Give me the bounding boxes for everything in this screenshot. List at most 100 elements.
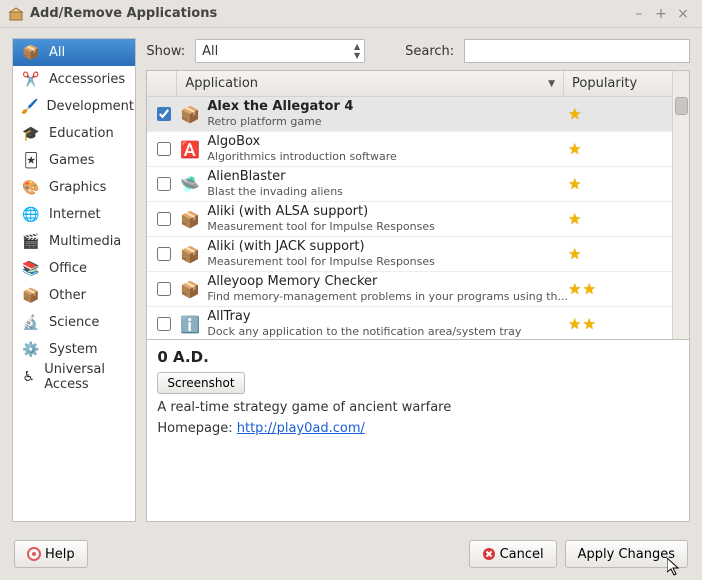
app-icon: 📦 bbox=[177, 241, 203, 267]
category-icon: 🎨 bbox=[21, 178, 41, 198]
app-row[interactable]: ℹ️AllTrayDock any application to the not… bbox=[147, 307, 672, 339]
app-description: Blast the invading aliens bbox=[207, 184, 568, 199]
footer: Help Cancel Apply Changes bbox=[0, 532, 702, 580]
close-button[interactable]: × bbox=[672, 5, 694, 23]
category-icon: 📚 bbox=[21, 259, 41, 279]
app-popularity: ★ bbox=[568, 175, 668, 193]
category-label: Science bbox=[49, 315, 99, 330]
app-icon: 📦 bbox=[177, 206, 203, 232]
sidebar-item-system[interactable]: ⚙️ System bbox=[13, 336, 135, 363]
show-select[interactable]: All ▲▼ bbox=[195, 39, 365, 63]
minimize-button[interactable]: – bbox=[628, 5, 650, 23]
category-label: Education bbox=[49, 126, 114, 141]
app-description: Dock any application to the notification… bbox=[207, 324, 568, 339]
category-icon: ⚙️ bbox=[21, 340, 41, 360]
row-checkbox[interactable] bbox=[157, 212, 171, 226]
row-checkbox[interactable] bbox=[157, 282, 171, 296]
homepage-link[interactable]: http://play0ad.com/ bbox=[237, 421, 365, 436]
category-label: Office bbox=[49, 261, 87, 276]
app-row[interactable]: 📦 Aliki (with ALSA support)Measurement to… bbox=[147, 202, 672, 237]
category-icon: 📦 bbox=[21, 43, 41, 63]
app-row[interactable]: 🛸 AlienBlasterBlast the invading aliens★ bbox=[147, 167, 672, 202]
list-scrollbar[interactable] bbox=[672, 71, 689, 339]
sidebar-item-multimedia[interactable]: 🎬Multimedia bbox=[13, 228, 135, 255]
app-icon: 🛸 bbox=[177, 171, 203, 197]
sidebar-item-graphics[interactable]: 🎨 Graphics bbox=[13, 174, 135, 201]
cancel-icon bbox=[482, 547, 496, 561]
app-name: AlgoBox bbox=[207, 134, 568, 149]
sidebar-item-other[interactable]: 📦Other bbox=[13, 282, 135, 309]
app-name: Aliki (with ALSA support) bbox=[207, 204, 568, 219]
row-checkbox[interactable] bbox=[157, 177, 171, 191]
app-description: Measurement tool for Impulse Responses bbox=[207, 254, 568, 269]
category-label: Accessories bbox=[49, 72, 125, 87]
app-row[interactable]: 📦 Alleyoop Memory CheckerFind memory-mana… bbox=[147, 272, 672, 307]
category-sidebar: 📦All ✂️ Accessories 🖌️ Development 🎓 Education… bbox=[12, 38, 136, 522]
app-name: Aliki (with JACK support) bbox=[207, 239, 568, 254]
category-icon: ✂️ bbox=[21, 70, 41, 90]
app-popularity: ★★ bbox=[568, 315, 668, 333]
row-checkbox[interactable] bbox=[157, 107, 171, 121]
app-popularity: ★ bbox=[568, 210, 668, 228]
category-label: System bbox=[49, 342, 97, 357]
category-label: Development bbox=[46, 99, 134, 114]
category-label: Internet bbox=[49, 207, 101, 222]
category-label: Games bbox=[49, 153, 94, 168]
app-icon: 📦 bbox=[177, 276, 203, 302]
app-icon: 📦 bbox=[177, 101, 203, 127]
help-icon bbox=[27, 547, 41, 561]
category-icon: ♿ bbox=[21, 367, 36, 387]
screenshot-button[interactable]: Screenshot bbox=[157, 372, 244, 394]
category-icon: 📦 bbox=[21, 286, 41, 306]
header-popularity-col[interactable]: Popularity bbox=[564, 71, 672, 96]
sidebar-item-internet[interactable]: 🌐 Internet bbox=[13, 201, 135, 228]
app-row[interactable]: 🅰️AlgoBoxAlgorithmics introduction softw… bbox=[147, 132, 672, 167]
category-icon: 🖌️ bbox=[21, 97, 38, 117]
app-name: Alex the Allegator 4 bbox=[207, 99, 568, 114]
app-name: AlienBlaster bbox=[207, 169, 568, 184]
header-checkbox-col[interactable] bbox=[147, 71, 177, 96]
app-popularity: ★ bbox=[568, 245, 668, 263]
sidebar-item-development[interactable]: 🖌️ Development bbox=[13, 93, 135, 120]
maximize-button[interactable]: + bbox=[650, 5, 672, 23]
help-button[interactable]: Help bbox=[14, 540, 88, 568]
sidebar-item-office[interactable]: 📚 Office bbox=[13, 255, 135, 282]
sidebar-item-accessories[interactable]: ✂️ Accessories bbox=[13, 66, 135, 93]
search-input[interactable] bbox=[464, 39, 690, 63]
detail-panel: 0 A.D. Screenshot A real-time strategy g… bbox=[146, 340, 690, 522]
list-header: Application ▼ Popularity bbox=[147, 71, 672, 97]
row-checkbox[interactable] bbox=[157, 142, 171, 156]
sidebar-item-education[interactable]: 🎓 Education bbox=[13, 120, 135, 147]
app-popularity: ★★ bbox=[568, 280, 668, 298]
cancel-button[interactable]: Cancel bbox=[469, 540, 557, 568]
detail-description: A real-time strategy game of ancient war… bbox=[157, 400, 679, 415]
app-description: Find memory-management problems in your … bbox=[207, 289, 568, 304]
application-list: Application ▼ Popularity 📦 Alex the Alleg… bbox=[146, 70, 690, 340]
header-application-col[interactable]: Application ▼ bbox=[177, 71, 564, 96]
show-label: Show: bbox=[146, 44, 185, 59]
row-checkbox[interactable] bbox=[157, 317, 171, 331]
app-description: Algorithmics introduction software bbox=[207, 149, 568, 164]
app-row[interactable]: 📦 Alex the Allegator 4Retro platform game… bbox=[147, 97, 672, 132]
category-label: Universal Access bbox=[44, 362, 127, 392]
sidebar-item-science[interactable]: 🔬 Science bbox=[13, 309, 135, 336]
category-icon: 🎓 bbox=[21, 124, 41, 144]
row-checkbox[interactable] bbox=[157, 247, 171, 261]
sidebar-item-games[interactable]: 🃏Games bbox=[13, 147, 135, 174]
sidebar-item-all[interactable]: 📦All bbox=[13, 39, 135, 66]
scrollbar-thumb[interactable] bbox=[675, 97, 688, 115]
app-name: Alleyoop Memory Checker bbox=[207, 274, 568, 289]
app-description: Retro platform game bbox=[207, 114, 568, 129]
sidebar-item-universal-access[interactable]: ♿ Universal Access bbox=[13, 363, 135, 390]
app-icon bbox=[8, 6, 24, 22]
category-label: Graphics bbox=[49, 180, 106, 195]
app-row[interactable]: 📦 Aliki (with JACK support)Measurement to… bbox=[147, 237, 672, 272]
window-title: Add/Remove Applications bbox=[30, 6, 217, 21]
category-icon: 🌐 bbox=[21, 205, 41, 225]
app-description: Measurement tool for Impulse Responses bbox=[207, 219, 568, 234]
apply-changes-button[interactable]: Apply Changes bbox=[565, 540, 688, 568]
category-label: Multimedia bbox=[49, 234, 121, 249]
search-label: Search: bbox=[405, 44, 454, 59]
category-icon: 🔬 bbox=[21, 313, 41, 333]
sort-indicator-icon: ▼ bbox=[548, 79, 555, 89]
